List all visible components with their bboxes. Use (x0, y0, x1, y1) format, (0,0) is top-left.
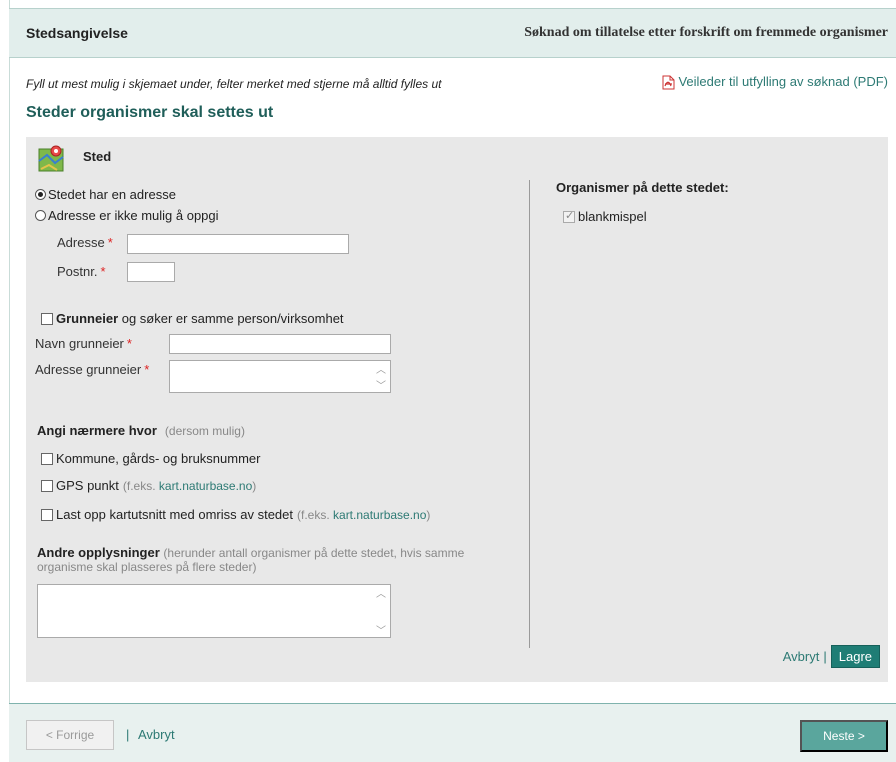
section-title: Steder organismer skal settes ut (26, 104, 274, 121)
page-step-title: Stedsangivelse (26, 25, 128, 41)
same-owner-label-bold: Grunneier (56, 311, 119, 326)
specify-location-hint: (dersom mulig) (164, 423, 245, 438)
application-title: Søknad om tillatelse etter forskrift om … (524, 25, 888, 40)
organisms-title: Organismer på dette stedet: (556, 180, 729, 195)
postnr-label-row: Postnr. * (57, 264, 106, 279)
address-option-no-address[interactable]: Adresse er ikke mulig å oppgi (35, 208, 219, 223)
upload-map-hint-post: ) (426, 507, 431, 522)
textarea-scrollbar[interactable]: ︿ ﹀ (374, 585, 388, 637)
same-owner-label-rest: og søker er samme person/virksomhet (118, 311, 344, 326)
next-button[interactable]: Neste > (800, 720, 888, 752)
page-footer: < Forrige | Avbryt Neste > (9, 704, 896, 762)
address-label: Adresse (57, 235, 105, 250)
scroll-up-icon[interactable]: ︿ (376, 361, 386, 376)
organism-checkbox (563, 209, 575, 223)
organism-item: blankmispel (563, 209, 647, 224)
required-mark: * (126, 336, 132, 351)
radio-no-address-label: Adresse er ikke mulig å oppgi (48, 208, 219, 223)
map-marker-icon (37, 143, 67, 173)
address-label-row: Adresse * (57, 235, 113, 250)
option-kommune[interactable]: Kommune, gårds- og bruksnummer (41, 451, 260, 466)
required-mark: * (144, 362, 150, 377)
radio-has-address[interactable] (35, 189, 46, 200)
owner-address-label: Adresse grunneier (35, 362, 142, 377)
owner-name-label-row: Navn grunneier * (35, 336, 132, 351)
form-instructions: Fyll ut mest mulig i skjemaet under, fel… (26, 77, 442, 91)
same-owner-checkbox[interactable] (41, 312, 53, 325)
footer-cancel-link[interactable]: Avbryt (138, 727, 175, 742)
radio-no-address[interactable] (35, 210, 46, 221)
textarea-scrollbar[interactable]: ︿ ﹀ (374, 361, 388, 392)
scroll-up-icon[interactable]: ︿ (376, 585, 386, 600)
kommune-checkbox[interactable] (41, 452, 53, 465)
owner-address-label-row: Adresse grunneier * (35, 362, 149, 377)
option-gps[interactable]: GPS punkt (f.eks. kart.naturbase.no ) (41, 478, 256, 493)
upload-map-checkbox[interactable] (41, 508, 53, 521)
scroll-down-icon[interactable]: ﹀ (376, 377, 386, 392)
other-info-textarea[interactable]: ︿ ﹀ (37, 584, 391, 638)
scroll-down-icon[interactable]: ﹀ (376, 622, 386, 637)
other-info-hint-line2: organisme skal plasseres på flere steder… (37, 560, 257, 574)
location-heading: Sted (83, 149, 112, 164)
other-info-hint-line1: (herunder antall organismer på dette ste… (163, 546, 465, 560)
previous-button[interactable]: < Forrige (26, 720, 114, 750)
pdf-icon (662, 75, 675, 89)
panel-actions: Avbryt | Lagre (783, 645, 880, 668)
owner-address-textarea[interactable]: ︿ ﹀ (169, 360, 391, 393)
footer-separator: | (126, 727, 130, 742)
kommune-label: Kommune, gårds- og bruksnummer (56, 451, 261, 466)
specify-location-title-row: Angi nærmere hvor (dersom mulig) (37, 423, 245, 438)
gps-label: GPS punkt (56, 478, 119, 493)
owner-name-input[interactable] (169, 334, 391, 354)
other-info-title: Andre opplysninger (37, 545, 160, 560)
pdf-guide-link-label[interactable]: Veileder til utfylling av søknad (PDF) (678, 74, 888, 89)
required-mark: * (107, 235, 113, 250)
save-button[interactable]: Lagre (830, 645, 880, 668)
organism-name: blankmispel (578, 209, 647, 224)
gps-naturbase-link[interactable]: kart.naturbase.no (159, 479, 252, 493)
panel-cancel-link[interactable]: Avbryt (783, 649, 820, 664)
column-divider (529, 180, 530, 648)
upload-map-hint-pre: (f.eks. (297, 507, 334, 522)
postnr-input[interactable] (127, 262, 175, 282)
upload-map-naturbase-link[interactable]: kart.naturbase.no (333, 508, 426, 522)
gps-hint-pre: (f.eks. (122, 478, 159, 493)
required-mark: * (100, 264, 106, 279)
gps-hint-post: ) (252, 478, 257, 493)
same-owner-option[interactable]: Grunneier og søker er samme person/virks… (41, 311, 344, 326)
owner-name-label: Navn grunneier (35, 336, 124, 351)
address-input[interactable] (127, 234, 349, 254)
pdf-guide-link[interactable]: Veileder til utfylling av søknad (PDF) (662, 74, 888, 89)
page-header: Stedsangivelse Søknad om tillatelse ette… (9, 8, 896, 58)
radio-has-address-label: Stedet har en adresse (48, 187, 176, 202)
option-upload-map[interactable]: Last opp kartutsnitt med omriss av stede… (41, 507, 430, 522)
location-panel: Sted Stedet har en adresse Adresse er ik… (26, 137, 888, 682)
address-option-has-address[interactable]: Stedet har en adresse (35, 187, 176, 202)
gps-checkbox[interactable] (41, 479, 53, 492)
other-info-title-block: Andre opplysninger (herunder antall orga… (37, 545, 517, 575)
upload-map-label: Last opp kartutsnitt med omriss av stede… (56, 507, 293, 522)
postnr-label: Postnr. (57, 264, 98, 279)
panel-actions-separator: | (823, 649, 827, 664)
specify-location-title: Angi nærmere hvor (37, 423, 157, 438)
